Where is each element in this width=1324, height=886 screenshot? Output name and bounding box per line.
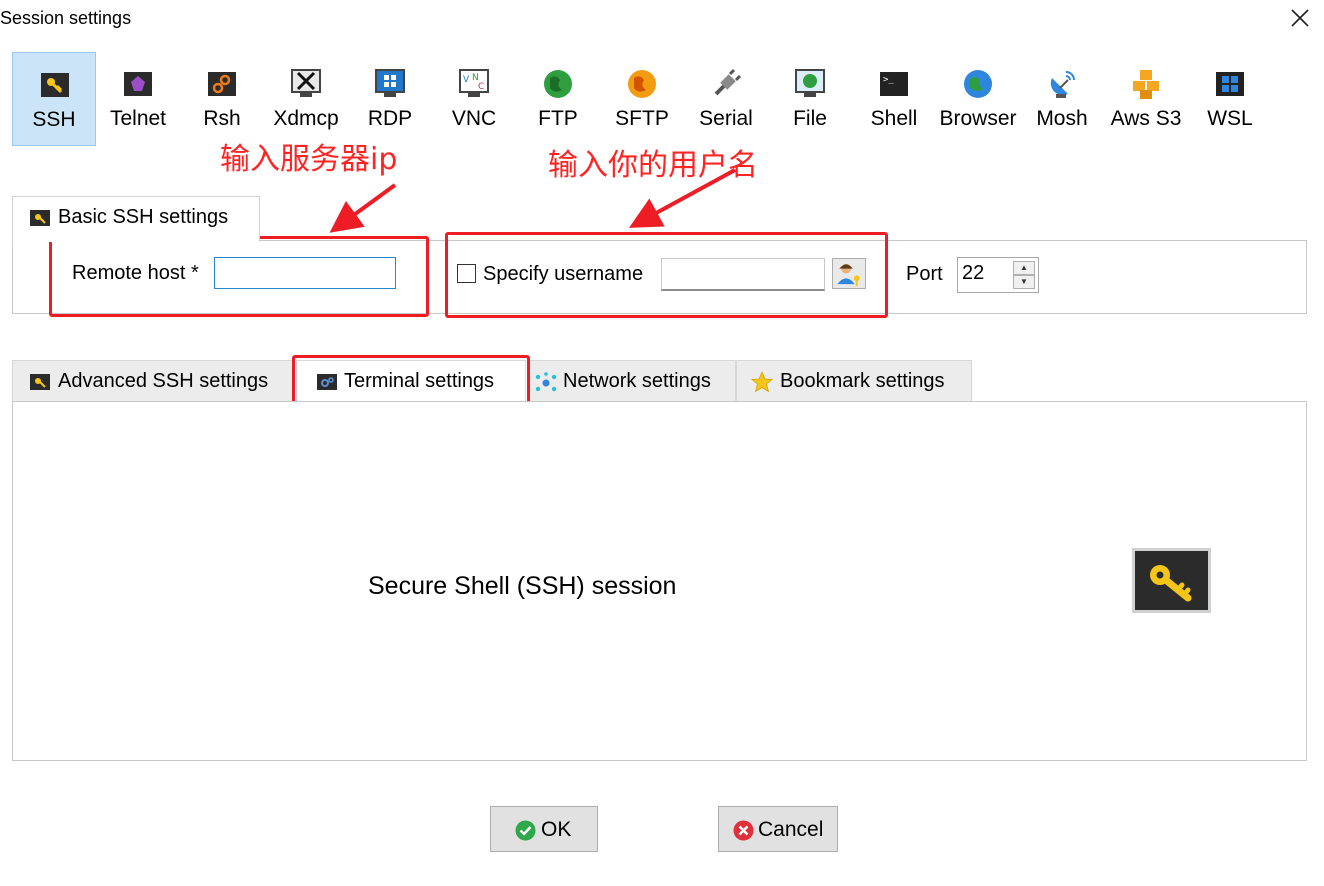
session-type-label: Browser: [939, 107, 1017, 130]
plug-icon: [710, 68, 742, 100]
svg-text:V: V: [463, 75, 470, 85]
session-type-file[interactable]: File: [768, 52, 852, 146]
key-icon: [30, 210, 50, 226]
session-type-label: File: [793, 107, 827, 130]
port-decrement-button[interactable]: ▼: [1013, 275, 1035, 289]
session-type-label: Serial: [699, 107, 753, 130]
annotation-box-username: [445, 232, 888, 318]
session-type-ssh[interactable]: SSH: [12, 52, 96, 146]
session-type-browser[interactable]: Browser: [936, 52, 1020, 146]
port-input[interactable]: 22 ▲ ▼: [957, 257, 1039, 293]
network-icon: [535, 372, 557, 394]
key-icon: [39, 69, 71, 101]
session-type-serial[interactable]: Serial: [684, 52, 768, 146]
cancel-button[interactable]: Cancel: [718, 806, 838, 852]
earth-icon: [962, 68, 994, 100]
session-type-ftp[interactable]: FTP: [516, 52, 600, 146]
session-type-aws-s3[interactable]: Aws S3: [1104, 52, 1188, 146]
globe-icon: [542, 68, 574, 100]
session-type-wsl[interactable]: WSL: [1188, 52, 1272, 146]
session-type-telnet[interactable]: Telnet: [96, 52, 180, 146]
ok-button[interactable]: OK: [490, 806, 598, 852]
session-type-label: Mosh: [1036, 107, 1088, 130]
check-icon: [515, 820, 536, 841]
cancel-button-label: Cancel: [758, 818, 824, 841]
key-icon: [30, 374, 50, 390]
x-monitor-icon: [290, 68, 322, 100]
file-monitor-icon: [794, 68, 826, 100]
star-icon: [750, 370, 774, 393]
window-title: Session settings: [0, 8, 132, 28]
session-type-label: SFTP: [615, 107, 669, 130]
session-type-vnc[interactable]: VNC VNC: [432, 52, 516, 146]
annotation-box-remote-host: [49, 236, 429, 317]
session-description: Secure Shell (SSH) session: [368, 572, 677, 600]
annotation-username: 输入你的用户名: [548, 148, 758, 183]
ok-button-label: OK: [541, 818, 572, 841]
session-type-label: Shell: [870, 107, 918, 130]
terminal-icon: >_: [878, 68, 910, 100]
session-type-sftp[interactable]: SFTP: [600, 52, 684, 146]
session-type-rsh[interactable]: Rsh: [180, 52, 264, 146]
session-type-rdp[interactable]: RDP: [348, 52, 432, 146]
tab-label: Network settings: [563, 370, 711, 392]
tab-label: Bookmark settings: [780, 370, 945, 392]
windows-icon: [1214, 68, 1246, 100]
satellite-icon: [1046, 68, 1078, 100]
annotation-server-ip: 输入服务器ip: [220, 142, 398, 177]
session-type-xdmcp[interactable]: Xdmcp: [264, 52, 348, 146]
session-type-mosh[interactable]: Mosh: [1020, 52, 1104, 146]
cancel-icon: [733, 820, 754, 841]
close-icon[interactable]: [1288, 6, 1312, 30]
tab-label: Advanced SSH settings: [58, 370, 269, 392]
tab-advanced-ssh-settings[interactable]: Advanced SSH settings: [12, 360, 294, 402]
session-type-label: FTP: [538, 107, 578, 130]
session-type-label: Xdmcp: [273, 107, 339, 130]
cubes-icon: [1130, 68, 1162, 100]
windows-monitor-icon: [374, 68, 406, 100]
session-type-label: Aws S3: [1110, 107, 1182, 130]
svg-text:>_: >_: [883, 75, 894, 85]
tab-label: Basic SSH settings: [58, 206, 229, 228]
port-value[interactable]: 22: [962, 262, 984, 285]
ssh-key-icon: [1132, 548, 1211, 613]
session-type-toolbar: SSH Telnet Rsh Xdmcp RDP VNC VNC FTP SFT…: [12, 52, 1272, 148]
tab-basic-ssh-settings[interactable]: Basic SSH settings: [12, 196, 260, 242]
tab-bookmark-settings[interactable]: Bookmark settings: [736, 360, 972, 402]
session-type-label: WSL: [1207, 107, 1253, 130]
gem-icon: [122, 68, 154, 100]
session-type-shell[interactable]: >_ Shell: [852, 52, 936, 146]
vnc-icon: VNC: [458, 68, 490, 100]
session-type-label: SSH: [32, 108, 76, 131]
tab-network-settings[interactable]: Network settings: [528, 360, 736, 402]
session-type-label: RDP: [367, 107, 413, 130]
svg-text:C: C: [478, 82, 484, 92]
session-type-label: Rsh: [203, 107, 241, 130]
port-increment-button[interactable]: ▲: [1013, 261, 1035, 275]
gears-icon: [206, 68, 238, 100]
orange-globe-icon: [626, 68, 658, 100]
session-type-label: VNC: [451, 107, 497, 130]
port-label: Port: [906, 263, 943, 285]
session-type-label: Telnet: [109, 107, 167, 130]
